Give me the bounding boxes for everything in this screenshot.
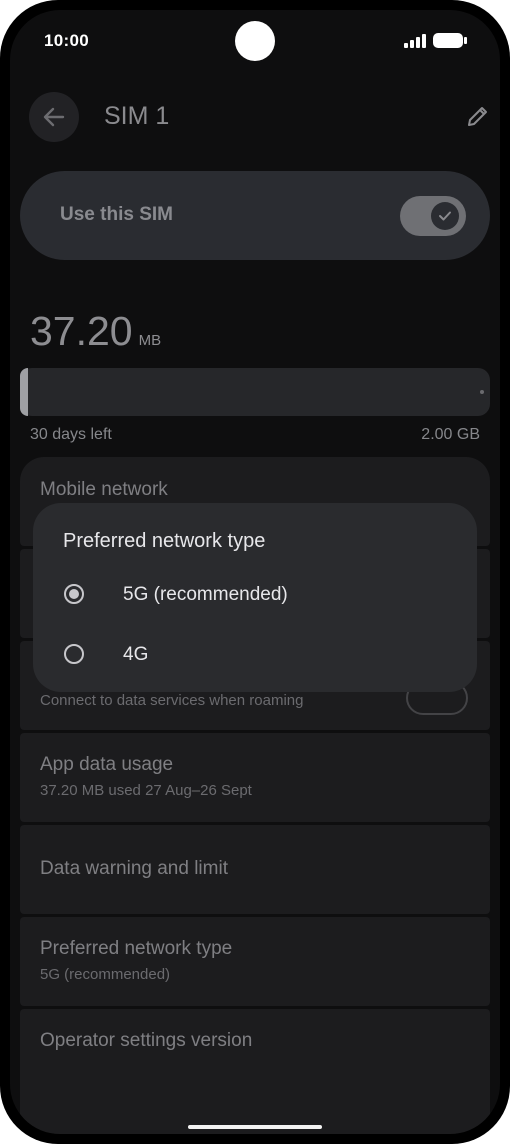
screen: 10:00 SIM 1 Use this SIM 37.20 MB 30 day… (10, 10, 500, 1134)
data-warning-title: Data warning and limit (40, 858, 228, 879)
camera-cutout (235, 21, 275, 61)
radio-button-selected[interactable] (64, 584, 84, 604)
switch-knob (431, 202, 459, 230)
preferred-network-subtitle: 5G (recommended) (40, 966, 171, 983)
radio-button[interactable] (64, 644, 84, 664)
app-data-usage-subtitle: 37.20 MB used 27 Aug–26 Sept (40, 782, 252, 799)
option-label: 4G (123, 644, 149, 665)
arrow-left-icon (43, 107, 65, 127)
operator-settings-title: Operator settings version (40, 1030, 253, 1051)
use-sim-label: Use this SIM (60, 204, 173, 225)
signal-icon (404, 34, 428, 48)
option-label: 5G (recommended) (123, 584, 288, 605)
status-bar: 10:00 (10, 10, 500, 70)
data-usage-amount: 37.20 MB (30, 308, 161, 355)
phone-frame: 10:00 SIM 1 Use this SIM 37.20 MB 30 day… (0, 0, 510, 1144)
preferred-network-dialog: Preferred network type 5G (recommended) … (33, 503, 477, 692)
preferred-network-title: Preferred network type (40, 938, 233, 959)
use-sim-toggle-row[interactable]: Use this SIM (20, 171, 490, 260)
usage-bar (20, 368, 490, 416)
mobile-network-title: Mobile network (40, 479, 168, 500)
page-title: SIM 1 (104, 102, 170, 130)
app-data-usage-title: App data usage (40, 754, 174, 775)
roaming-subtitle: Connect to data services when roaming (40, 692, 304, 709)
status-time: 10:00 (44, 31, 89, 50)
battery-icon (433, 33, 467, 48)
preferred-network-card[interactable]: Preferred network type 5G (recommended) (20, 917, 490, 1006)
data-limit: 2.00 GB (421, 426, 480, 443)
usage-unit: MB (138, 332, 162, 349)
home-indicator[interactable] (188, 1125, 322, 1129)
check-icon (439, 211, 451, 221)
dialog-title: Preferred network type (63, 530, 266, 552)
app-data-usage-card[interactable]: App data usage 37.20 MB used 27 Aug–26 S… (20, 733, 490, 822)
usage-bar-fill (20, 368, 28, 416)
pencil-icon[interactable] (465, 103, 491, 129)
usage-number: 37.20 (30, 308, 133, 354)
use-sim-switch[interactable] (400, 196, 466, 236)
operator-settings-card[interactable]: Operator settings version (20, 1009, 490, 1134)
back-button[interactable] (29, 92, 79, 142)
data-warning-card[interactable]: Data warning and limit (20, 825, 490, 914)
app-bar: SIM 1 (10, 90, 500, 146)
usage-bar-end-dot (480, 390, 484, 394)
days-left: 30 days left (30, 426, 112, 443)
